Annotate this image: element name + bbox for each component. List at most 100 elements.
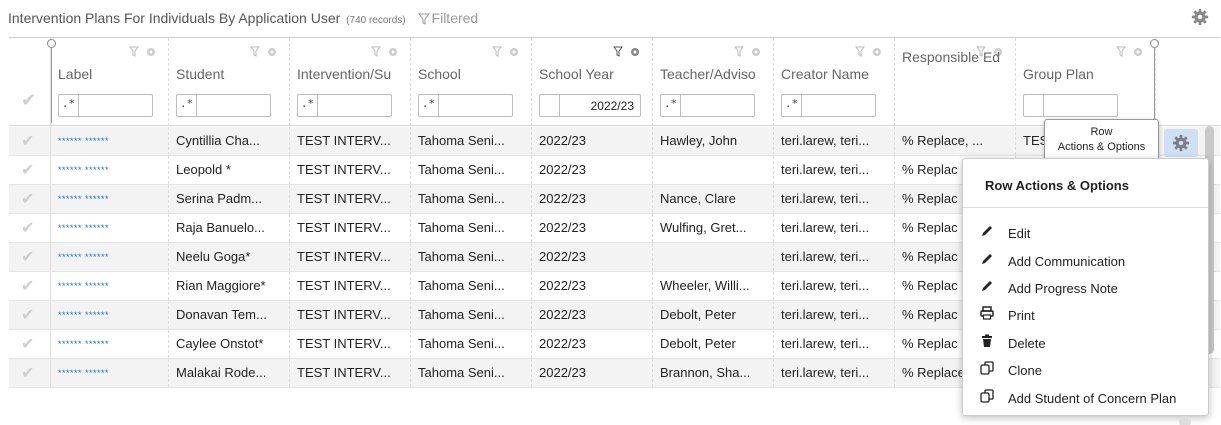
column-filter-input[interactable]: [1023, 94, 1118, 117]
select-all-header[interactable]: ✔: [9, 38, 51, 126]
column-resize-line-left: [51, 47, 52, 123]
cell-label[interactable]: ****** ******: [51, 127, 169, 155]
menu-item-label: Clone: [1008, 363, 1042, 378]
cell-year: 2022/23: [532, 185, 653, 213]
grid-header: ✔ Label .* Student .* Intervention/Su .* Sc…: [9, 38, 1220, 126]
cell-year: 2022/23: [532, 272, 653, 300]
menu-item-clone[interactable]: Clone: [963, 356, 1208, 384]
regex-filter-operator[interactable]: .*: [298, 95, 318, 116]
column-filter-icon[interactable]: [128, 46, 158, 58]
column-filter-icon[interactable]: [249, 46, 279, 58]
column-filter-icon[interactable]: [491, 46, 521, 58]
regex-filter-operator[interactable]: .*: [782, 95, 802, 116]
cell-school: Tahoma Seni...: [411, 301, 532, 329]
regex-filter-operator[interactable]: .*: [419, 95, 439, 116]
trash-icon: [980, 334, 996, 350]
check-icon: ✔: [21, 220, 35, 237]
menu-item-label: Add Communication: [1008, 254, 1126, 269]
column-filter-input[interactable]: .*: [297, 94, 392, 117]
column-filter-input[interactable]: .*: [781, 94, 876, 117]
menu-divider: [963, 207, 1208, 208]
cell-teacher: Hawley, John: [653, 127, 774, 155]
gear-icon: [1172, 134, 1190, 152]
cell-student: Cyntillia Cha...: [169, 127, 290, 155]
cell-label[interactable]: ****** ******: [51, 272, 169, 300]
column-header-4[interactable]: School Year 2022/23: [532, 38, 653, 126]
cell-intervention: TEST INTERV...: [290, 156, 411, 184]
menu-title: Row Actions & Options: [985, 178, 1129, 193]
filtered-indicator[interactable]: Filtered: [417, 10, 478, 26]
cell-student: Caylee Onstot*: [169, 330, 290, 358]
cell-creator: teri.larew, teri...: [774, 243, 895, 271]
menu-item-edit[interactable]: Edit: [963, 219, 1208, 247]
cell-label[interactable]: ****** ******: [51, 214, 169, 242]
row-gear-icon[interactable]: [1175, 412, 1195, 425]
menu-item-print[interactable]: Print: [963, 301, 1208, 329]
cell-label[interactable]: ****** ******: [51, 156, 169, 184]
menu-item-label: Delete: [1008, 336, 1046, 351]
cell-label[interactable]: ****** ******: [51, 185, 169, 213]
column-filter-input[interactable]: .*: [660, 94, 755, 117]
table-row[interactable]: ✔ ****** ****** Cyntillia Cha... TEST INTER…: [9, 127, 1220, 156]
row-select-checkbox[interactable]: ✔: [9, 301, 51, 329]
row-select-checkbox[interactable]: ✔: [9, 243, 51, 271]
row-select-checkbox[interactable]: ✔: [9, 330, 51, 358]
regex-filter-operator[interactable]: .*: [177, 95, 197, 116]
row-select-checkbox[interactable]: ✔: [9, 127, 51, 155]
column-filter-input[interactable]: .*: [176, 94, 271, 117]
column-header-label: Group Plan: [1023, 66, 1094, 82]
column-filter-icon[interactable]: [370, 46, 400, 58]
column-header-0[interactable]: Label .*: [51, 38, 169, 126]
column-filter-input[interactable]: .*: [418, 94, 513, 117]
column-resize-line-right: [1154, 47, 1155, 123]
cell-year: 2022/23: [532, 359, 653, 387]
grid-settings-gear-icon[interactable]: [1191, 8, 1209, 26]
cell-label[interactable]: ****** ******: [51, 330, 169, 358]
row-select-checkbox[interactable]: ✔: [9, 272, 51, 300]
cell-student: Leopold *: [169, 156, 290, 184]
column-filter-icon[interactable]: [854, 46, 884, 58]
column-filter-icon[interactable]: [612, 46, 642, 58]
row-select-checkbox[interactable]: ✔: [9, 214, 51, 242]
regex-filter-operator[interactable]: .*: [59, 95, 79, 116]
menu-item-add-progress-note[interactable]: Add Progress Note: [963, 274, 1208, 302]
check-icon: ✔: [21, 365, 35, 382]
check-icon: ✔: [21, 249, 35, 266]
column-header-7[interactable]: Responsible Ed: [895, 38, 1016, 126]
cell-school: Tahoma Seni...: [411, 127, 532, 155]
cell-label[interactable]: ****** ******: [51, 359, 169, 387]
check-icon: ✔: [21, 307, 35, 324]
menu-item-label: Print: [1008, 308, 1035, 323]
column-header-5[interactable]: Teacher/Adviso .*: [653, 38, 774, 126]
column-filter-input[interactable]: .*: [58, 94, 153, 117]
cell-creator: teri.larew, teri...: [774, 301, 895, 329]
regex-filter-operator[interactable]: .*: [661, 95, 681, 116]
menu-item-delete[interactable]: Delete: [963, 329, 1208, 357]
cell-intervention: TEST INTERV...: [290, 243, 411, 271]
cell-student: Neelu Goga*: [169, 243, 290, 271]
row-select-checkbox[interactable]: ✔: [9, 156, 51, 184]
cell-school: Tahoma Seni...: [411, 272, 532, 300]
row-select-checkbox[interactable]: ✔: [9, 359, 51, 387]
cell-year: 2022/23: [532, 214, 653, 242]
column-filter-input[interactable]: 2022/23: [539, 94, 641, 117]
column-header-6[interactable]: Creator Name .*: [774, 38, 895, 126]
menu-item-add-communication[interactable]: Add Communication: [963, 247, 1208, 275]
cell-school: Tahoma Seni...: [411, 330, 532, 358]
cell-label[interactable]: ****** ******: [51, 301, 169, 329]
column-header-1[interactable]: Student .*: [169, 38, 290, 126]
cell-school: Tahoma Seni...: [411, 214, 532, 242]
column-filter-icon[interactable]: [733, 46, 763, 58]
select-all-check-icon[interactable]: ✔: [21, 90, 36, 111]
column-header-2[interactable]: Intervention/Su .*: [290, 38, 411, 126]
row-select-checkbox[interactable]: ✔: [9, 185, 51, 213]
column-filter-icon[interactable]: [1115, 46, 1145, 58]
cell-label[interactable]: ****** ******: [51, 243, 169, 271]
column-header-label: School Year: [539, 66, 614, 82]
column-header-3[interactable]: School .*: [411, 38, 532, 126]
column-header-8[interactable]: Group Plan: [1016, 38, 1156, 126]
row-actions-button[interactable]: [1164, 129, 1198, 157]
column-header-label: Label: [58, 66, 93, 82]
cell-teacher: [653, 243, 774, 271]
menu-item-add-student-of-concern-plan[interactable]: Add Student of Concern Plan: [963, 384, 1208, 412]
